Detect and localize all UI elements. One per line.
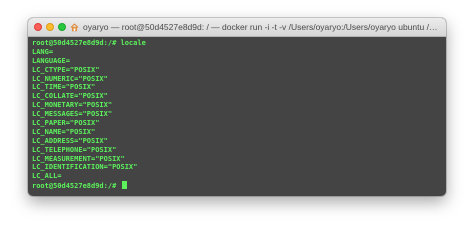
terminal-line: LC_TELEPHONE="POSIX" bbox=[32, 145, 117, 154]
terminal-line: LC_ALL= bbox=[32, 172, 62, 181]
text-cursor bbox=[121, 181, 127, 190]
terminal-line: LC_MONETARY="POSIX" bbox=[32, 101, 113, 110]
terminal-line: root@50d4527e8d9d:/# locale bbox=[32, 39, 146, 47]
title-bar[interactable]: oyaryo — root@50d4527e8d9d: / — docker r… bbox=[28, 18, 446, 37]
maximize-button[interactable] bbox=[58, 23, 66, 31]
terminal-line: LC_ADDRESS="POSIX" bbox=[32, 136, 108, 145]
home-icon bbox=[70, 22, 79, 31]
terminal-line: LC_IDENTIFICATION="POSIX" bbox=[32, 163, 138, 172]
terminal-line: LC_MEASUREMENT="POSIX" bbox=[32, 154, 125, 163]
prompt-text: root@50d4527e8d9d:/# bbox=[32, 182, 121, 191]
terminal-line: LC_MESSAGES="POSIX" bbox=[32, 110, 113, 119]
terminal-window: oyaryo — root@50d4527e8d9d: / — docker r… bbox=[28, 18, 446, 196]
terminal-line: LC_TIME="POSIX" bbox=[32, 83, 96, 92]
terminal-line: LANGUAGE= bbox=[32, 56, 70, 65]
terminal-line: LC_NAME="POSIX" bbox=[32, 127, 96, 136]
terminal-line: LANG= bbox=[32, 47, 54, 56]
window-title: oyaryo — root@50d4527e8d9d: / — docker r… bbox=[83, 22, 440, 32]
window-controls bbox=[34, 23, 70, 31]
terminal-line: LC_COLLATE="POSIX" bbox=[32, 92, 108, 101]
terminal-line: LC_NUMERIC="POSIX" bbox=[32, 74, 108, 83]
terminal-line: LC_PAPER="POSIX" bbox=[32, 119, 100, 128]
prompt-line: root@50d4527e8d9d:/# bbox=[32, 181, 442, 190]
terminal-output[interactable]: root@50d4527e8d9d:/# locale LANG= LANGUAGE… bbox=[28, 37, 446, 196]
terminal-line: LC_CTYPE="POSIX" bbox=[32, 65, 100, 74]
minimize-button[interactable] bbox=[46, 23, 54, 31]
title-group: oyaryo — root@50d4527e8d9d: / — docker r… bbox=[70, 22, 440, 32]
close-button[interactable] bbox=[34, 23, 42, 31]
